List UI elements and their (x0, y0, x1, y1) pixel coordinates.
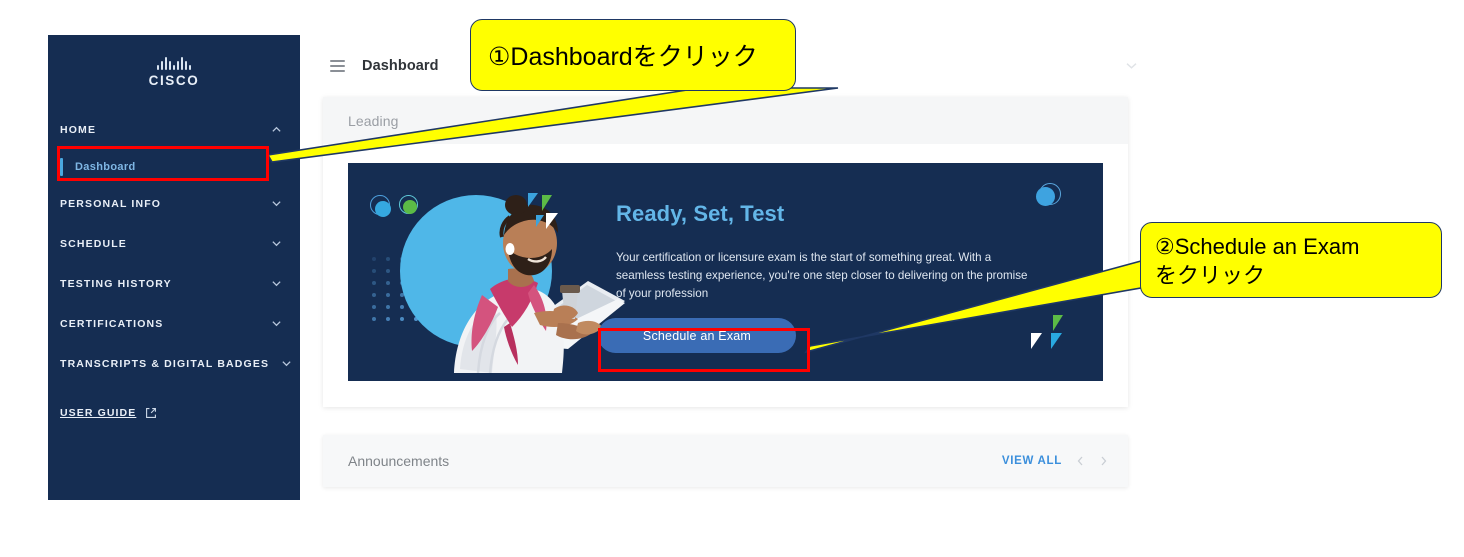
chevron-down-icon (271, 318, 282, 329)
cisco-wordmark: CISCO (148, 73, 200, 88)
chevron-down-icon[interactable] (1125, 61, 1138, 70)
announcements-title: Announcements (348, 453, 450, 469)
hero-text-block: Ready, Set, Test Your certification or l… (616, 201, 1036, 303)
callout-step-2-line-2: をクリック (1155, 263, 1266, 289)
sidebar-item-dashboard-label: Dashboard (75, 161, 136, 173)
sidebar-item-home[interactable]: HOME (48, 110, 300, 150)
leading-card-title: Leading (348, 112, 399, 129)
sidebar-item-testing-history[interactable]: TESTING HISTORY (48, 264, 300, 304)
triangle-group-decoration (526, 191, 566, 233)
schedule-an-exam-button[interactable]: Schedule an Exam (598, 318, 796, 353)
hamburger-icon[interactable] (330, 60, 345, 72)
sidebar-item-schedule-label: SCHEDULE (60, 238, 127, 250)
main-content: Dashboard Leading Ready, Set, Test Your … (300, 35, 1152, 500)
hero-banner: Ready, Set, Test Your certification or l… (348, 163, 1103, 381)
chevron-left-icon[interactable] (1076, 455, 1085, 467)
chevron-right-icon[interactable] (1099, 455, 1108, 467)
chevron-down-icon (281, 358, 292, 369)
sidebar-item-personal-info[interactable]: PERSONAL INFO (48, 184, 300, 224)
sidebar: CISCO HOME Dashboard PERSONAL INFO SCHED… (48, 35, 300, 500)
circle-filled-decoration (1036, 187, 1055, 206)
cisco-logo: CISCO (48, 57, 300, 88)
sidebar-item-transcripts-digital-badges[interactable]: TRANSCRIPTS & DIGITAL BADGES (48, 344, 300, 384)
sidebar-item-user-guide[interactable]: USER GUIDE (48, 402, 300, 424)
sidebar-item-user-guide-label: USER GUIDE (60, 407, 137, 419)
announcements-card: Announcements VIEW ALL (323, 435, 1128, 487)
page-title: Dashboard (362, 58, 439, 74)
topbar: Dashboard (300, 35, 1152, 97)
active-accent-bar (60, 158, 63, 176)
sidebar-item-home-label: HOME (60, 124, 97, 136)
leading-card: Leading Ready, Set, Test Your certificat… (323, 97, 1128, 407)
view-all-link[interactable]: VIEW ALL (1002, 455, 1062, 467)
external-link-icon (145, 407, 157, 419)
sidebar-item-personal-info-label: PERSONAL INFO (60, 198, 162, 210)
leading-card-header: Leading (323, 97, 1128, 144)
cisco-bars-icon (48, 57, 300, 70)
chevron-down-icon (271, 238, 282, 249)
sidebar-item-dashboard[interactable]: Dashboard (48, 150, 300, 184)
chevron-up-icon (271, 124, 282, 135)
chevron-down-icon (271, 278, 282, 289)
sidebar-item-schedule[interactable]: SCHEDULE (48, 224, 300, 264)
callout-step-2-line-1: ②Schedule an Exam (1155, 234, 1360, 259)
callout-step-2: ②Schedule an Exam をクリック (1140, 222, 1442, 298)
announcements-actions: VIEW ALL (1002, 455, 1108, 467)
hero-body-text: Your certification or licensure exam is … (616, 251, 1028, 300)
sidebar-item-transcripts-digital-badges-label: TRANSCRIPTS & DIGITAL BADGES (60, 358, 270, 370)
hero-title: Ready, Set, Test (616, 201, 785, 226)
sidebar-item-certifications-label: CERTIFICATIONS (60, 318, 164, 330)
sidebar-item-certifications[interactable]: CERTIFICATIONS (48, 304, 300, 344)
sidebar-item-testing-history-label: TESTING HISTORY (60, 278, 172, 290)
triangle-group-decoration (1029, 313, 1073, 353)
chevron-down-icon (271, 198, 282, 209)
application-window: CISCO HOME Dashboard PERSONAL INFO SCHED… (48, 35, 1152, 500)
